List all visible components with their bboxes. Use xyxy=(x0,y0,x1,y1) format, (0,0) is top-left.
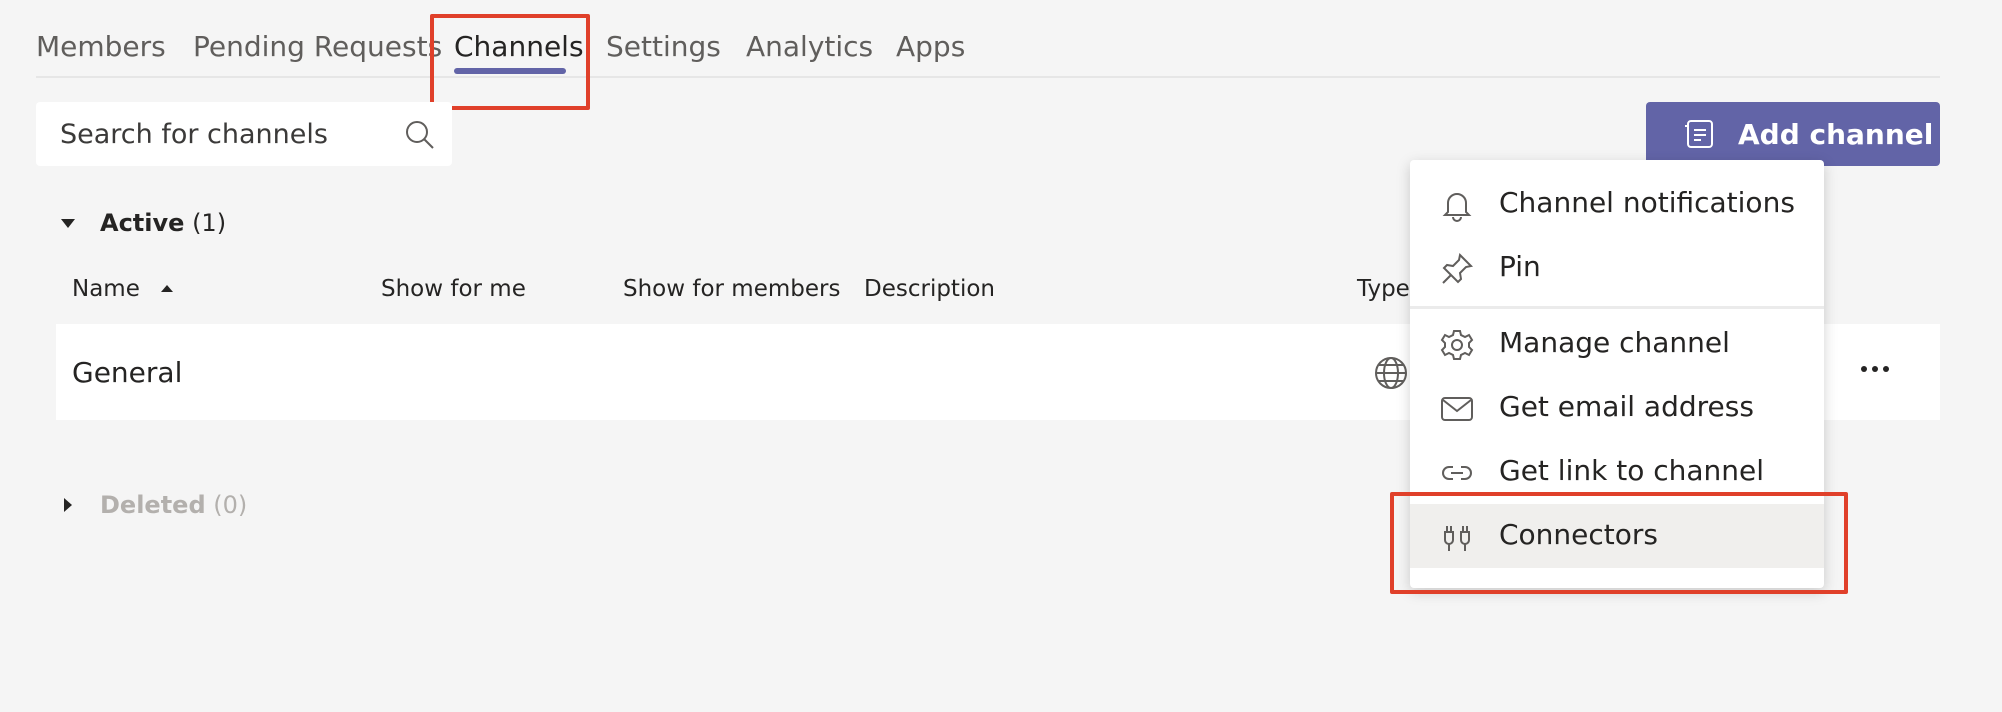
search-icon[interactable] xyxy=(404,119,436,155)
menu-item-connectors[interactable]: Connectors xyxy=(1410,504,1824,568)
tab-analytics[interactable]: Analytics xyxy=(746,30,873,63)
active-section-header[interactable]: Active (1) xyxy=(100,209,226,237)
globe-icon xyxy=(1374,356,1408,394)
channel-context-menu: Channel notifications Pin Manage channel xyxy=(1410,160,1824,588)
column-header-description: Description xyxy=(864,276,995,302)
add-channel-label: Add channel xyxy=(1738,118,1934,151)
deleted-section-header[interactable]: Deleted (0) xyxy=(100,491,247,519)
gear-icon xyxy=(1440,328,1474,366)
menu-divider xyxy=(1410,306,1824,309)
menu-item-label: Get email address xyxy=(1499,390,1754,423)
column-header-show-for-me: Show for me xyxy=(381,276,526,302)
menu-item-manage-channel[interactable]: Manage channel xyxy=(1410,312,1824,376)
mail-icon xyxy=(1440,392,1474,430)
menu-item-channel-notifications[interactable]: Channel notifications xyxy=(1410,172,1824,236)
menu-item-label: Get link to channel xyxy=(1499,454,1765,487)
add-channel-button[interactable]: Add channel xyxy=(1646,102,1940,166)
menu-item-label: Pin xyxy=(1499,250,1541,283)
tab-settings[interactable]: Settings xyxy=(606,30,721,63)
tab-pending-requests[interactable]: Pending Requests xyxy=(193,30,442,63)
column-header-show-for-members: Show for members xyxy=(623,276,841,302)
menu-item-label: Manage channel xyxy=(1499,326,1730,359)
active-tab-indicator xyxy=(454,68,566,74)
pin-icon xyxy=(1440,252,1474,290)
bell-icon xyxy=(1440,188,1474,226)
column-header-name[interactable]: Name xyxy=(72,276,140,302)
menu-item-label: Connectors xyxy=(1499,518,1659,551)
connectors-icon xyxy=(1440,520,1474,558)
collapse-active-caret-icon[interactable] xyxy=(61,219,75,228)
active-section-label: Active xyxy=(100,209,185,237)
tab-channels[interactable]: Channels xyxy=(454,30,584,63)
sort-ascending-icon[interactable] xyxy=(161,285,173,292)
deleted-section-label: Deleted xyxy=(100,491,206,519)
add-channel-icon xyxy=(1684,118,1716,157)
channel-search-box xyxy=(36,102,452,166)
more-options-icon[interactable] xyxy=(1860,360,1890,379)
tab-members[interactable]: Members xyxy=(36,30,166,63)
active-section-count: (1) xyxy=(192,209,227,237)
channel-name: General xyxy=(72,356,183,389)
menu-item-pin[interactable]: Pin xyxy=(1410,236,1824,300)
menu-item-get-link-to-channel[interactable]: Get link to channel xyxy=(1410,440,1824,504)
column-header-type: Type xyxy=(1357,276,1410,302)
tab-apps[interactable]: Apps xyxy=(896,30,965,63)
search-input[interactable] xyxy=(60,102,400,166)
menu-item-get-email-address[interactable]: Get email address xyxy=(1410,376,1824,440)
menu-item-label: Channel notifications xyxy=(1499,186,1795,219)
deleted-section-count: (0) xyxy=(213,491,248,519)
expand-deleted-caret-icon[interactable] xyxy=(64,498,72,512)
link-icon xyxy=(1440,456,1474,494)
